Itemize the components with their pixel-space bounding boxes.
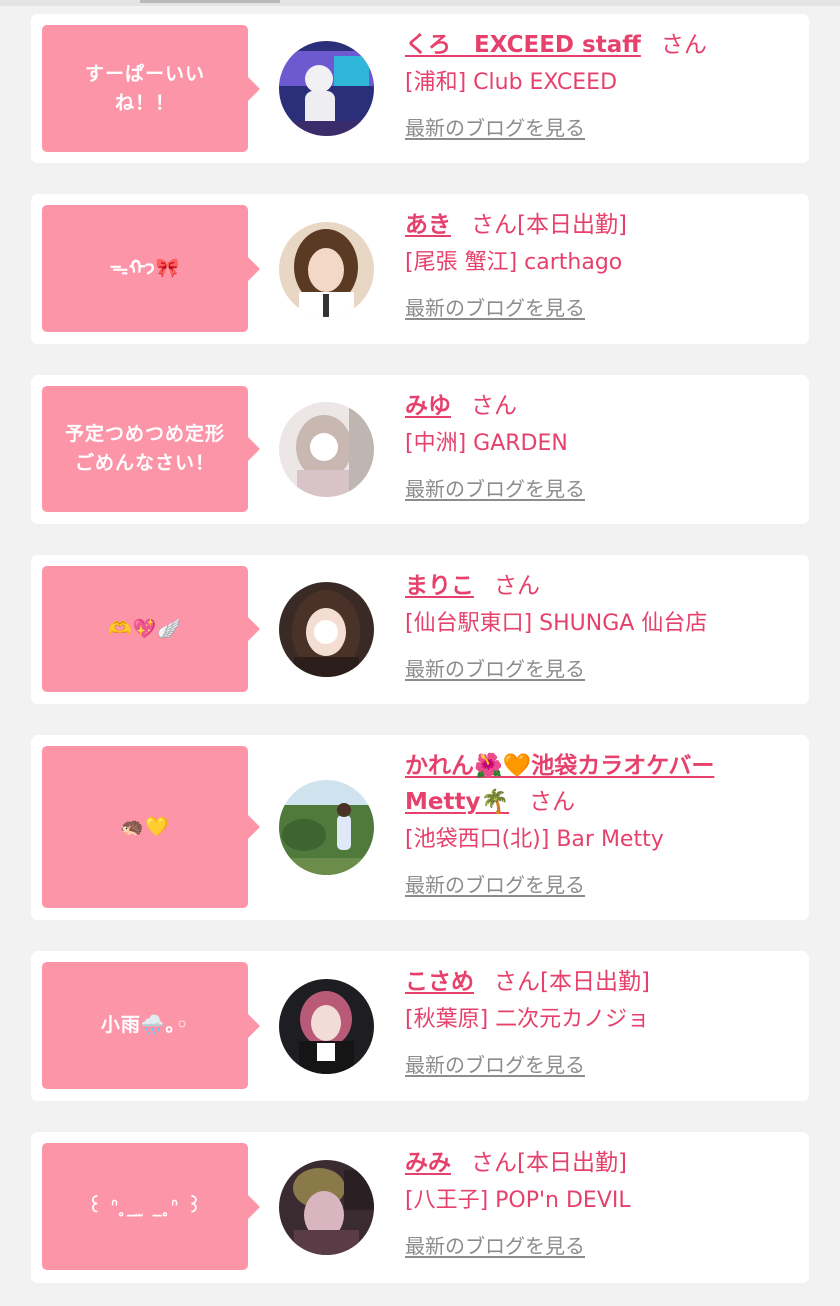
message-text: 小雨🌧️｡◦ [100,1014,190,1036]
attendance-badge: [本日出勤] [517,212,627,238]
list-item: 🦔💛 かれん🌺🧡池袋カラオケバーMetty🌴 さん [池袋西口(北)] Bar M… [31,735,809,920]
list-item: すーぱーいい ね！！ くろ EXCEED staff さん [浦和] Club E… [31,14,809,163]
list-item: 予定つめつめ定形 ごめんなさい！ みゆ さん [中洲] GARDEN 最新のブログ… [31,375,809,524]
attendance-badge: [本日出勤] [540,969,650,995]
shop-name: [秋葉原] 二次元カノジョ [405,1007,650,1032]
shop-name: [八王子] POP'n DEVIL [405,1188,631,1213]
latest-blog-link[interactable]: 最新のブログを見る [405,476,585,502]
honorific: さん [471,393,517,419]
avatar[interactable] [279,1160,374,1255]
honorific: さん [471,212,517,238]
shop-name: [仙台駅東口] SHUNGA 仙台店 [405,611,708,636]
entry-info: みゆ さん [中洲] GARDEN 最新のブログを見る [405,388,789,502]
shop-name: [池袋西口(北)] Bar Metty [405,827,664,852]
message-bubble: 予定つめつめ定形 ごめんなさい！ [42,386,260,512]
message-bubble: 🦔💛 [42,746,260,908]
message-bubble: 小雨🌧️｡◦ [42,962,260,1089]
cast-name-link[interactable]: こさめ [405,969,474,995]
honorific: さん [529,789,576,815]
message-bubble: 🫶💖🪽 [42,566,260,692]
shop-name: [中洲] GARDEN [405,431,568,456]
entry-info: こさめ さん[本日出勤] [秋葉原] 二次元カノジョ 最新のブログを見る [405,964,789,1078]
entry-info: かれん🌺🧡池袋カラオケバーMetty🌴 さん [池袋西口(北)] Bar Mett… [405,748,789,898]
latest-blog-link[interactable]: 最新のブログを見る [405,1233,585,1259]
tab-indicator [140,0,280,3]
cast-name-link[interactable]: あき [405,212,451,238]
message-text: 🦔💛 [120,815,170,838]
message-text: 🫶💖🪽 [108,617,182,640]
latest-blog-link[interactable]: 最新のブログを見る [405,115,585,141]
message-bubble: ᯓᡣ𐭩🎀 [42,205,260,332]
avatar[interactable] [279,582,374,677]
shop-name: [浦和] Club EXCEED [405,70,618,95]
entry-info: あき さん[本日出勤] [尾張 蟹江] carthago 最新のブログを見る [405,207,789,321]
list-item: 小雨🌧️｡◦ こさめ さん[本日出勤] [秋葉原] 二次元カノジョ 最新のブログを… [31,951,809,1101]
message-text: すーぱーいい ね！！ [84,62,205,114]
attendance-badge: [本日出勤] [517,1150,627,1176]
list-item: 🫶💖🪽 まりこ さん [仙台駅東口] SHUNGA 仙台店 最新のブログを見る [31,555,809,704]
avatar[interactable] [279,402,374,497]
latest-blog-link[interactable]: 最新のブログを見る [405,295,585,321]
list-item: ꒰ ᐢ ̥_ ̫ _ ̥ᐢ ꒱ みみ さん[本日出勤] [八王子] POP'n D… [31,1132,809,1283]
cast-name-link[interactable]: みゆ [405,393,451,419]
entry-info: まりこ さん [仙台駅東口] SHUNGA 仙台店 最新のブログを見る [405,568,789,682]
cast-name-link[interactable]: みみ [405,1150,451,1176]
latest-blog-link[interactable]: 最新のブログを見る [405,872,585,898]
message-bubble: ꒰ ᐢ ̥_ ̫ _ ̥ᐢ ꒱ [42,1143,260,1270]
blog-list: すーぱーいい ね！！ くろ EXCEED staff さん [浦和] Club E… [31,14,809,1283]
latest-blog-link[interactable]: 最新のブログを見る [405,1052,585,1078]
cast-name-link[interactable]: まりこ [405,573,474,599]
message-text: ᯓᡣ𐭩🎀 [109,257,181,279]
cast-name-link[interactable]: くろ EXCEED staff [405,32,641,58]
honorific: さん [471,1150,517,1176]
latest-blog-link[interactable]: 最新のブログを見る [405,656,585,682]
shop-name: [尾張 蟹江] carthago [405,250,623,275]
entry-info: くろ EXCEED staff さん [浦和] Club EXCEED 最新のブロ… [405,27,789,141]
honorific: さん [494,969,540,995]
honorific: さん [494,573,540,599]
message-text: ꒰ ᐢ ̥_ ̫ _ ̥ᐢ ꒱ [87,1195,203,1217]
message-bubble: すーぱーいい ね！！ [42,25,260,152]
avatar[interactable] [279,222,374,317]
top-bar [0,0,840,6]
entry-info: みみ さん[本日出勤] [八王子] POP'n DEVIL 最新のブログを見る [405,1145,789,1259]
honorific: さん [660,32,707,58]
message-text: 予定つめつめ定形 ごめんなさい！ [64,423,225,474]
avatar[interactable] [279,780,374,875]
avatar[interactable] [279,41,374,136]
list-item: ᯓᡣ𐭩🎀 あき さん[本日出勤] [尾張 蟹江] carthago 最新のブログを… [31,194,809,344]
avatar[interactable] [279,979,374,1074]
